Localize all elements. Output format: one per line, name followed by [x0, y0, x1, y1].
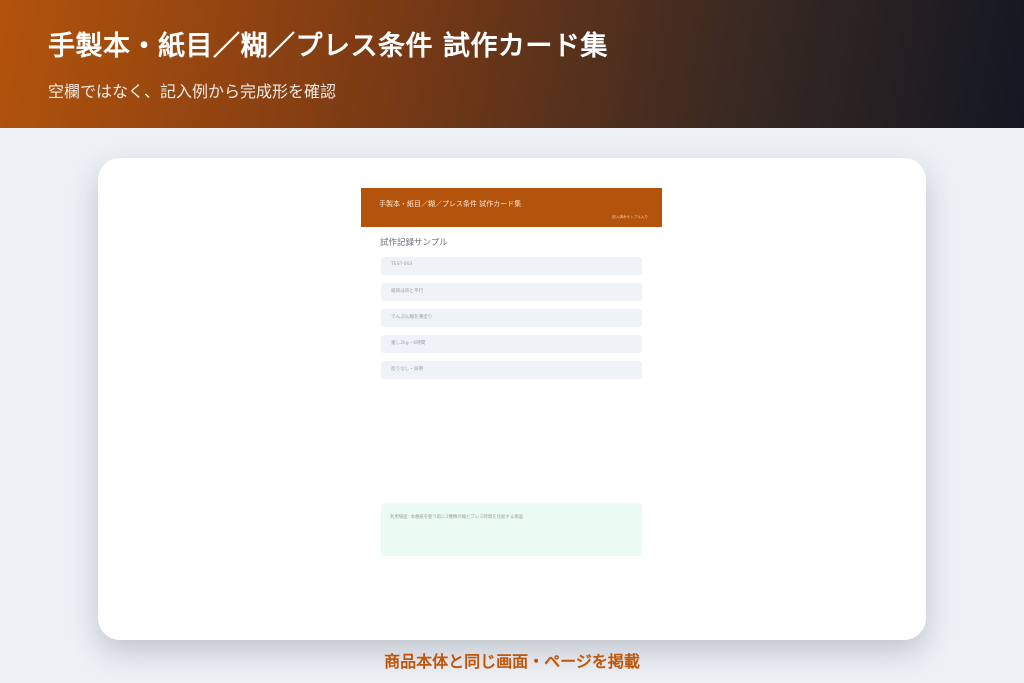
- record-field-value: 反りなし・採用: [391, 367, 424, 372]
- document-page-preview: 手製本・紙目／糊／プレス条件 試作カード集 記入済みサンプル入り 試作記録サンプ…: [361, 188, 662, 598]
- record-field: 重し2kg・6時間: [381, 335, 642, 353]
- caption: 商品本体と同じ画面・ページを掲載: [384, 652, 640, 671]
- record-field: でんぷん糊を薄塗り: [381, 309, 642, 327]
- record-field: 紙目は背と平行: [381, 283, 642, 301]
- record-field-value: TEST-003: [391, 262, 413, 267]
- section-title: 試作記録サンプル: [380, 238, 448, 248]
- page-title: 手製本・紙目／糊／プレス条件 試作カード集: [48, 31, 608, 62]
- usage-note: 利用場面: 本番紙を使う前に2種類の糊とプレス時間を比較する場面: [381, 503, 642, 556]
- record-field-value: でんぷん糊を薄塗り: [391, 315, 433, 320]
- record-field-value: 重し2kg・6時間: [391, 341, 426, 346]
- hero-banner: 手製本・紙目／糊／プレス条件 試作カード集 空欄ではなく、記入例から完成形を確認: [0, 0, 1024, 128]
- record-field: TEST-003: [381, 257, 642, 275]
- preview-frame: 手製本・紙目／糊／プレス条件 試作カード集 記入済みサンプル入り 試作記録サンプ…: [98, 158, 926, 640]
- document-tag: 記入済みサンプル入り: [612, 215, 648, 219]
- usage-note-text: 利用場面: 本番紙を使う前に2種類の糊とプレス時間を比較する場面: [390, 515, 523, 520]
- document-title: 手製本・紙目／糊／プレス条件 試作カード集: [379, 200, 522, 208]
- page-subtitle: 空欄ではなく、記入例から完成形を確認: [48, 82, 337, 101]
- record-field: 反りなし・採用: [381, 361, 642, 379]
- document-header: 手製本・紙目／糊／プレス条件 試作カード集 記入済みサンプル入り: [361, 188, 662, 227]
- record-field-value: 紙目は背と平行: [391, 289, 424, 294]
